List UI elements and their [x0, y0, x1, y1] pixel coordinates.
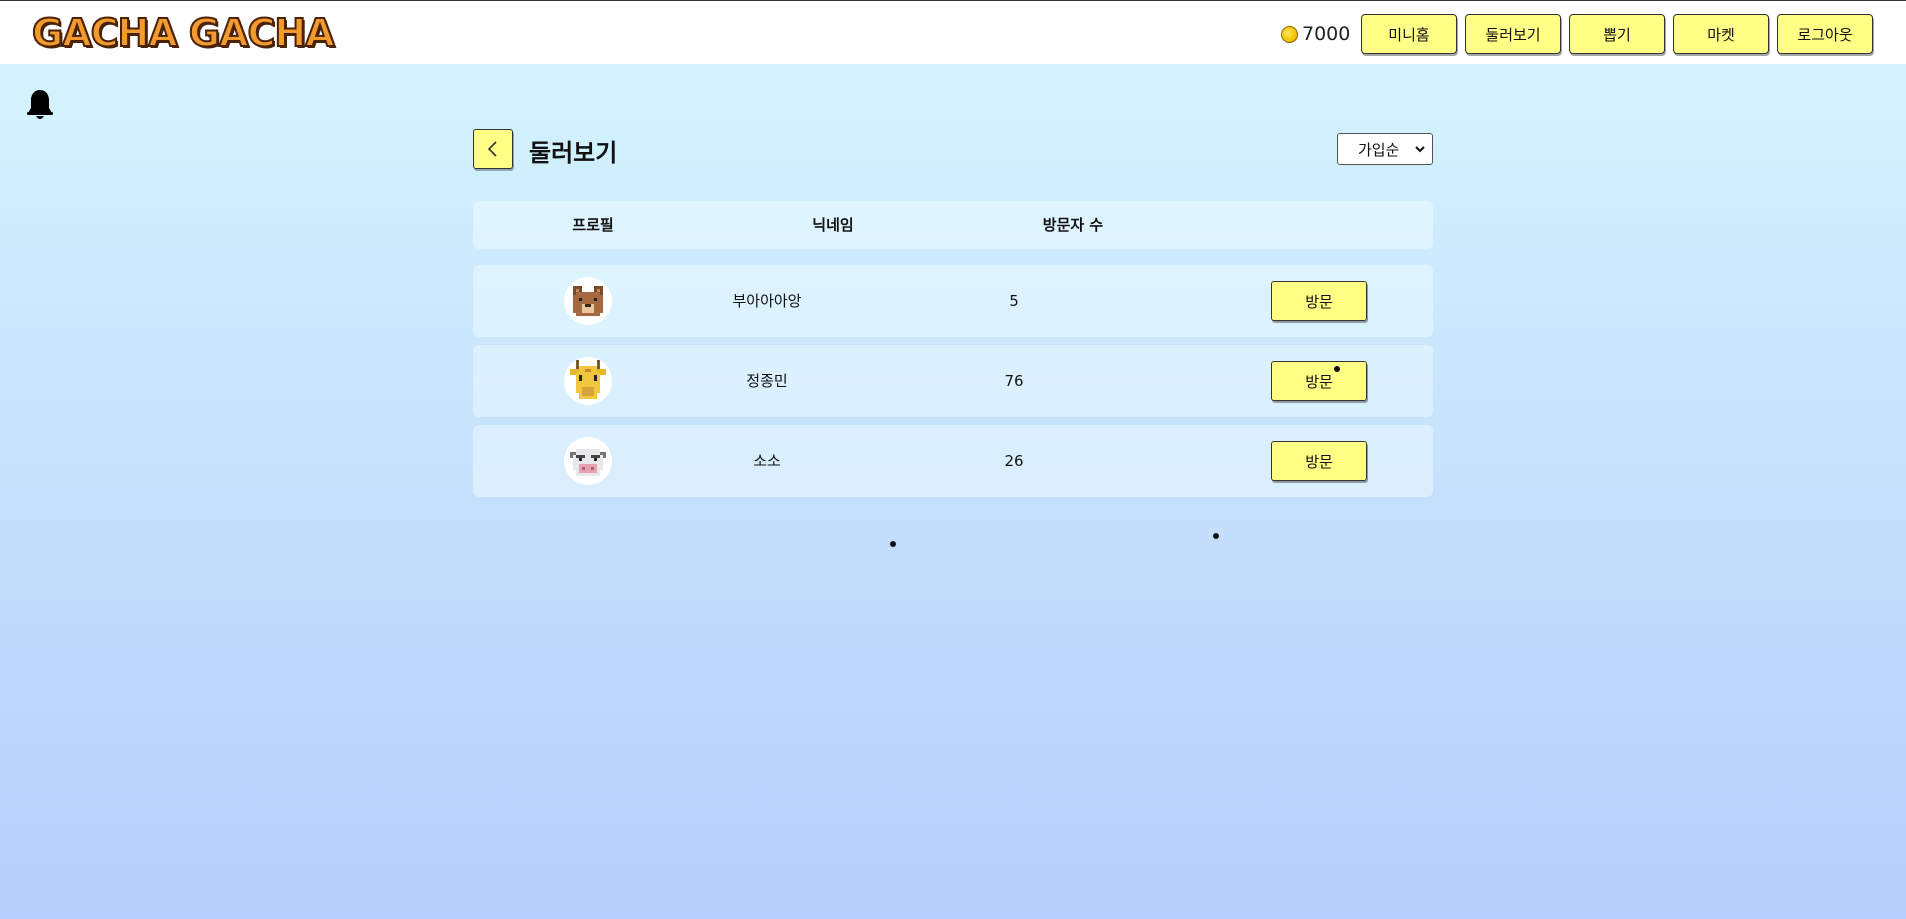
nickname-cell: 소소 — [753, 452, 781, 470]
page-title: 둘러보기 — [529, 139, 618, 167]
gacha-logo[interactable]: GACHA GACHA — [31, 12, 336, 54]
nav-minihome-button[interactable]: 미니홈 — [1361, 14, 1457, 54]
table-header: 프로필 닉네임 방문자 수 — [473, 201, 1433, 249]
back-button[interactable] — [473, 129, 513, 169]
table-row: 정종민 76 방문 — [473, 345, 1433, 417]
top-nav-bar: GACHA GACHA 7000 미니홈 둘러보기 뽑기 마켓 로그아웃 — [0, 0, 1906, 64]
nickname-cell: 정종민 — [746, 372, 788, 390]
visitors-cell: 26 — [1004, 452, 1024, 470]
coin-amount: 7000 — [1302, 23, 1351, 45]
chevron-down-icon — [1415, 146, 1425, 153]
giraffe-avatar-icon — [564, 357, 612, 405]
column-header-nickname: 닉네임 — [812, 216, 854, 234]
column-header-visitors: 방문자 수 — [1042, 216, 1104, 234]
coin-balance: 7000 — [1281, 21, 1350, 47]
table-row: 부아아아앙 5 방문 — [473, 265, 1433, 337]
bell-icon[interactable] — [26, 88, 54, 122]
visitors-cell: 76 — [1004, 372, 1024, 390]
coin-icon — [1281, 25, 1298, 43]
visit-button[interactable]: 방문 — [1271, 361, 1367, 401]
visitors-cell: 5 — [1009, 292, 1019, 310]
table-row: 소소 26 방문 — [473, 425, 1433, 497]
decorative-dot — [1213, 533, 1219, 539]
sort-selected-value: 가입순 — [1358, 140, 1400, 159]
cow-avatar-icon — [564, 437, 612, 485]
sort-select[interactable]: 가입순 — [1337, 133, 1433, 165]
visit-button[interactable]: 방문 — [1271, 441, 1367, 481]
chevron-left-icon — [487, 141, 497, 157]
visit-button[interactable]: 방문 — [1271, 281, 1367, 321]
decorative-dot — [890, 541, 896, 547]
nickname-cell: 부아아아앙 — [732, 292, 802, 310]
nav-market-button[interactable]: 마켓 — [1673, 14, 1769, 54]
column-header-profile: 프로필 — [572, 216, 614, 234]
nav-logout-button[interactable]: 로그아웃 — [1777, 14, 1873, 54]
nav-browse-button[interactable]: 둘러보기 — [1465, 14, 1561, 54]
decorative-dot — [1334, 366, 1340, 372]
bear-avatar-icon — [564, 277, 612, 325]
nav-gacha-button[interactable]: 뽑기 — [1569, 14, 1665, 54]
